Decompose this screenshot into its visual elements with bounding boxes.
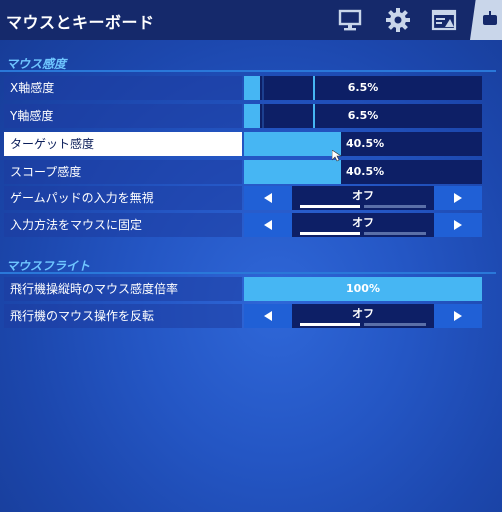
slider-value: 6.5% xyxy=(347,81,379,94)
row-label: ターゲット感度 xyxy=(4,132,242,156)
keyboard-mouse-icon xyxy=(476,6,502,34)
scope-sensitivity-slider[interactable]: 40.5% xyxy=(244,160,482,184)
row-label: 飛行機のマウス操作を反転 xyxy=(4,304,242,328)
next-option-button[interactable] xyxy=(434,304,482,328)
row-label: 飛行機操縦時のマウス感度倍率 xyxy=(4,277,242,301)
next-option-button[interactable] xyxy=(434,186,482,210)
prev-option-button[interactable] xyxy=(244,213,292,237)
arrow-right-icon xyxy=(454,193,462,203)
slider-fill xyxy=(244,160,341,184)
invert-flight-toggle[interactable]: オフ xyxy=(244,304,482,328)
row-lock-input-mouse[interactable]: 入力方法をマウスに固定 オフ xyxy=(4,213,482,237)
slider-value: 6.5% xyxy=(347,109,379,122)
row-ignore-gamepad[interactable]: ゲームパッドの入力を無視 オフ xyxy=(4,186,482,210)
row-target-sensitivity[interactable]: ターゲット感度 40.5% xyxy=(4,132,482,156)
row-label: 入力方法をマウスに固定 xyxy=(4,213,242,237)
top-bar: マウスとキーボード xyxy=(0,0,502,40)
arrow-left-icon xyxy=(264,220,272,230)
prev-option-button[interactable] xyxy=(244,186,292,210)
section-divider xyxy=(0,70,496,72)
ignore-gamepad-toggle[interactable]: オフ xyxy=(244,186,482,210)
lock-input-toggle[interactable]: オフ xyxy=(244,213,482,237)
row-invert-flight-mouse[interactable]: 飛行機のマウス操作を反転 オフ xyxy=(4,304,482,328)
target-sensitivity-slider[interactable]: 40.5% xyxy=(244,132,482,156)
prev-option-button[interactable] xyxy=(244,304,292,328)
row-flight-sensitivity-multiplier[interactable]: 飛行機操縦時のマウス感度倍率 100% xyxy=(4,277,482,301)
next-option-button[interactable] xyxy=(434,213,482,237)
slider-fill xyxy=(244,132,341,156)
mouse-cursor-icon xyxy=(331,147,342,166)
row-label: ゲームパッドの入力を無視 xyxy=(4,186,242,210)
option-indicator-inactive xyxy=(364,323,426,326)
arrow-right-icon xyxy=(454,311,462,321)
row-scope-sensitivity[interactable]: スコープ感度 40.5% xyxy=(4,160,482,184)
y-sensitivity-slider[interactable]: 6.5% xyxy=(244,104,482,128)
flight-sensitivity-slider[interactable]: 100% xyxy=(244,277,482,301)
row-label: Y軸感度 xyxy=(4,104,242,128)
slider-value: 100% xyxy=(346,282,380,295)
option-indicator-active xyxy=(300,205,360,208)
row-label: X軸感度 xyxy=(4,76,242,100)
arrow-right-icon xyxy=(454,220,462,230)
arrow-left-icon xyxy=(264,311,272,321)
slider-value: 40.5% xyxy=(346,137,385,150)
row-label: スコープ感度 xyxy=(4,160,242,184)
arrow-left-icon xyxy=(264,193,272,203)
option-indicator-active xyxy=(300,323,360,326)
gear-icon[interactable] xyxy=(384,6,412,34)
option-indicator-active xyxy=(300,232,360,235)
row-x-sensitivity[interactable]: X軸感度 6.5% xyxy=(4,76,482,100)
option-indicator-inactive xyxy=(364,232,426,235)
monitor-icon[interactable] xyxy=(336,6,364,34)
x-sensitivity-slider[interactable]: 6.5% xyxy=(244,76,482,100)
slider-value: 40.5% xyxy=(346,165,385,178)
section-divider xyxy=(0,272,496,274)
display-settings-icon[interactable] xyxy=(430,6,458,34)
option-indicator-inactive xyxy=(364,205,426,208)
page-title: マウスとキーボード xyxy=(6,13,155,32)
row-y-sensitivity[interactable]: Y軸感度 6.5% xyxy=(4,104,482,128)
